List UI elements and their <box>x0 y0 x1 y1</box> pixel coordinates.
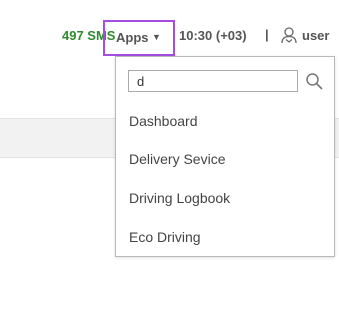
caret-down-icon: ▼ <box>152 32 161 42</box>
top-bar: 497 SMS Apps ▼ 10:30 (+03) | user <box>0 20 339 56</box>
app-search-box <box>128 70 298 92</box>
menu-item-delivery-service[interactable]: Delivery Sevice <box>129 151 225 167</box>
user-menu-label[interactable]: user <box>302 28 329 43</box>
apps-label: Apps <box>116 30 149 45</box>
search-icon[interactable] <box>305 72 323 90</box>
separator: | <box>265 27 269 42</box>
user-icon[interactable] <box>280 26 298 44</box>
menu-item-driving-logbook[interactable]: Driving Logbook <box>129 190 230 206</box>
clock: 10:30 (+03) <box>179 28 247 43</box>
menu-item-eco-driving[interactable]: Eco Driving <box>129 229 201 245</box>
app-search-input[interactable] <box>129 71 297 91</box>
apps-dropdown: Dashboard Delivery Sevice Driving Logboo… <box>115 56 335 257</box>
apps-menu-button[interactable]: Apps ▼ <box>103 20 175 56</box>
menu-item-dashboard[interactable]: Dashboard <box>129 113 198 129</box>
